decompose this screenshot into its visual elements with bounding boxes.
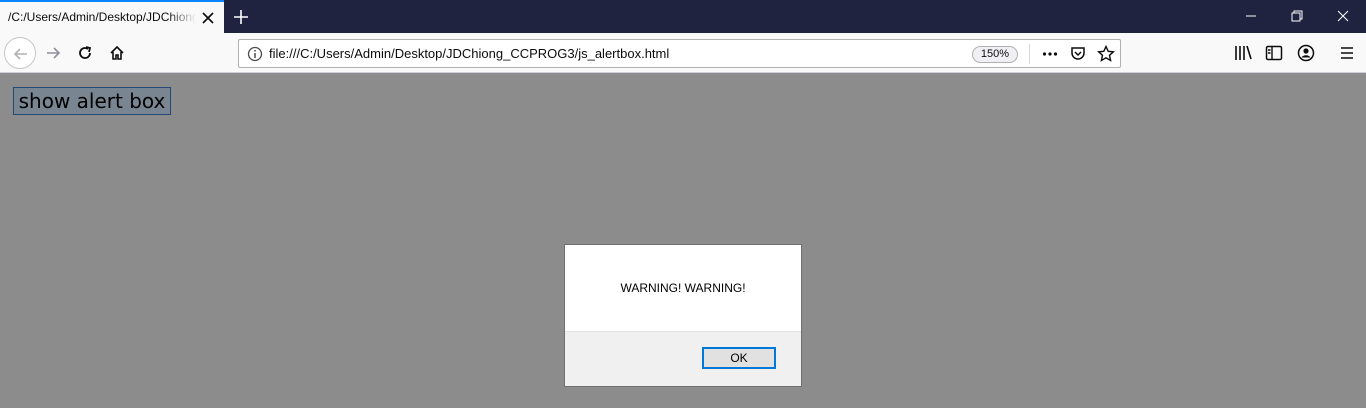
close-icon[interactable] — [200, 10, 216, 26]
reload-button[interactable] — [69, 37, 101, 69]
library-icon[interactable] — [1233, 43, 1253, 63]
sidebar-icon[interactable] — [1264, 43, 1284, 63]
alert-dialog: WARNING! WARNING! OK — [564, 244, 802, 387]
minimize-icon — [1246, 15, 1256, 17]
close-window-button[interactable] — [1320, 0, 1366, 33]
close-icon — [1337, 10, 1349, 22]
minimize-button[interactable] — [1228, 0, 1274, 33]
restore-icon — [1291, 10, 1303, 22]
menu-icon[interactable] — [1337, 43, 1357, 63]
forward-button[interactable] — [37, 37, 69, 69]
tab-title: /C:/Users/Admin/Desktop/JDChiong_CCPROG3… — [8, 10, 196, 24]
bookmark-star-icon[interactable] — [1096, 44, 1116, 63]
ok-button[interactable]: OK — [702, 347, 776, 369]
more-icon[interactable] — [1041, 45, 1059, 63]
home-icon — [110, 45, 124, 60]
divider — [1029, 44, 1030, 64]
restore-button[interactable] — [1274, 0, 1320, 33]
show-alert-button[interactable]: show alert box — [13, 87, 171, 115]
info-icon[interactable] — [247, 46, 263, 62]
pocket-icon[interactable] — [1069, 45, 1087, 63]
account-icon[interactable] — [1296, 43, 1316, 63]
url-text[interactable]: file:///C:/Users/Admin/Desktop/JDChiong_… — [269, 46, 669, 61]
address-bar[interactable]: file:///C:/Users/Admin/Desktop/JDChiong_… — [238, 39, 1121, 68]
home-button[interactable] — [101, 37, 133, 69]
navigation-bar: file:///C:/Users/Admin/Desktop/JDChiong_… — [0, 33, 1366, 73]
title-bar: /C:/Users/Admin/Desktop/JDChiong_CCPROG3… — [0, 0, 1366, 33]
alert-footer: OK — [565, 331, 801, 386]
back-icon — [13, 48, 27, 60]
back-button[interactable] — [4, 37, 36, 69]
plus-icon[interactable] — [232, 8, 250, 26]
zoom-indicator[interactable]: 150% — [972, 46, 1018, 63]
forward-icon — [47, 47, 61, 59]
reload-icon — [79, 46, 92, 59]
alert-message: WARNING! WARNING! — [620, 281, 746, 295]
active-tab[interactable]: /C:/Users/Admin/Desktop/JDChiong_CCPROG3… — [0, 0, 224, 33]
